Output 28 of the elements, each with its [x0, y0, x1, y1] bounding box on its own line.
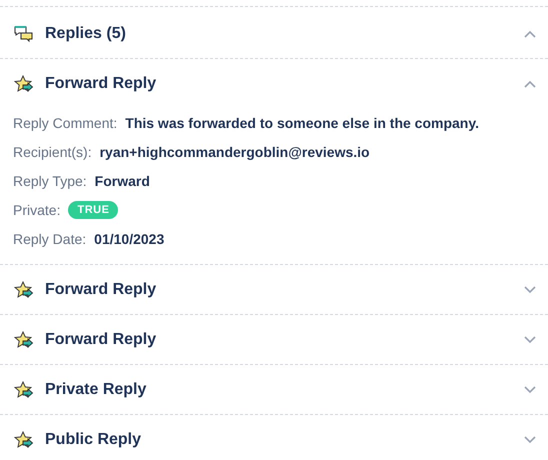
chevron-down-icon[interactable] — [524, 336, 536, 344]
chevron-down-icon[interactable] — [524, 386, 536, 394]
field-value: ryan+highcommandergoblin@reviews.io — [100, 144, 370, 160]
star-arrow-icon — [14, 330, 34, 348]
field-label: Recipient(s): — [13, 144, 92, 160]
chat-bubbles-icon — [14, 24, 34, 42]
star-arrow-icon — [14, 280, 34, 298]
field-label: Reply Comment: — [13, 114, 118, 130]
field-label: Reply Type: — [13, 172, 87, 188]
field-value: This was forwarded to someone else in the company. — [125, 114, 479, 130]
section-title: Replies (5) — [45, 24, 127, 42]
chevron-down-icon[interactable] — [524, 286, 536, 294]
star-arrow-icon — [14, 74, 34, 92]
field-label: Reply Date: — [13, 230, 86, 246]
field-value: 01/10/2023 — [94, 230, 164, 246]
reply-title: Forward Reply — [45, 330, 158, 348]
field-value: Forward — [94, 172, 150, 188]
reply-title: Public Reply — [45, 430, 142, 448]
field-label: Private: — [13, 202, 60, 218]
chevron-up-icon[interactable] — [524, 30, 536, 38]
chevron-down-icon[interactable] — [524, 436, 536, 444]
reply-title: Forward Reply — [45, 280, 158, 298]
reply-title: Private Reply — [45, 380, 148, 398]
reply-title: Forward Reply — [45, 74, 158, 92]
status-badge: TRUE — [68, 200, 118, 218]
chevron-up-icon[interactable] — [524, 80, 536, 88]
star-arrow-icon — [14, 380, 34, 398]
star-arrow-icon — [14, 430, 34, 448]
